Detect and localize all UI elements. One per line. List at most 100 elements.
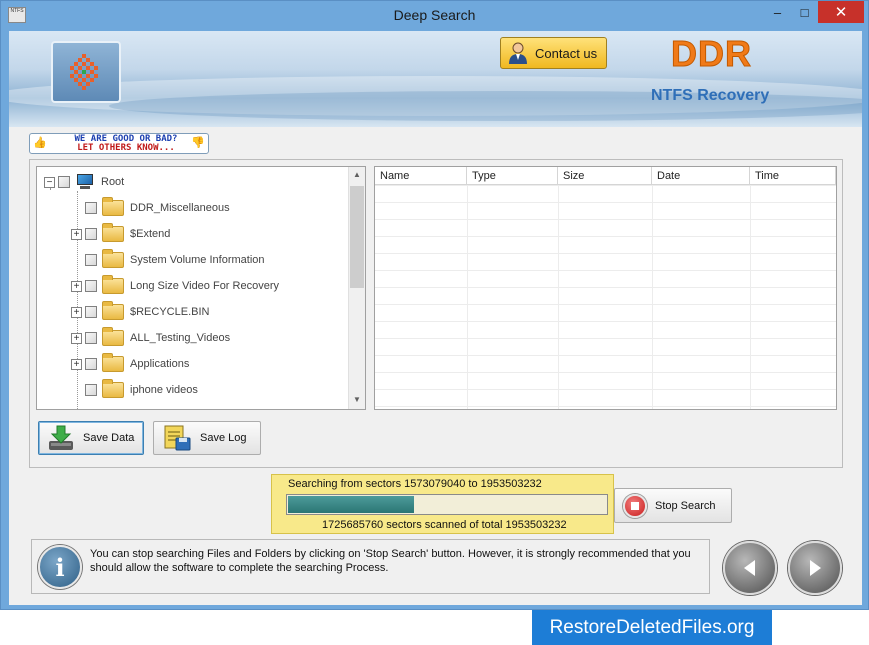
thumbs-up-icon: 👍 — [33, 136, 47, 149]
expand-icon[interactable]: + — [71, 306, 82, 318]
feedback-line2: LET OTHERS KNOW... — [77, 143, 175, 153]
maximize-button[interactable]: □ — [791, 1, 818, 23]
download-drive-icon — [49, 425, 73, 450]
stop-search-label: Stop Search — [655, 499, 716, 512]
tree-checkbox[interactable] — [85, 306, 97, 318]
search-status-text: Searching from sectors 1573079040 to 195… — [288, 478, 542, 490]
tree-checkbox[interactable] — [58, 176, 70, 188]
tree-item[interactable]: + Long Size Video For Recovery — [71, 275, 279, 297]
tree-item[interactable]: DDR_Miscellaneous — [71, 197, 230, 219]
tree-item-label: DDR_Miscellaneous — [130, 202, 230, 214]
thumbs-down-icon: 👎 — [191, 136, 205, 149]
info-icon: i — [38, 545, 82, 589]
column-date[interactable]: Date — [652, 167, 750, 185]
checker-logo-icon — [70, 54, 98, 90]
back-button[interactable] — [723, 541, 777, 595]
tree-root-label: Root — [101, 176, 125, 188]
tree-item-label: Long Size Video For Recovery — [130, 280, 279, 292]
expand-icon[interactable]: + — [71, 358, 82, 370]
folder-icon — [102, 327, 124, 346]
folder-icon — [102, 197, 124, 216]
file-list[interactable]: Name Type Size Date Time — [374, 166, 837, 410]
expand-icon[interactable]: + — [71, 228, 82, 240]
contact-us-label: Contact us — [535, 45, 598, 61]
folder-icon — [102, 379, 124, 398]
column-name[interactable]: Name — [375, 167, 467, 185]
tree-checkbox[interactable] — [85, 384, 97, 396]
folder-tree[interactable]: − Root DDR_Miscellaneous + $Extend System V… — [36, 166, 366, 410]
minimize-button[interactable]: – — [764, 1, 791, 23]
tree-item[interactable]: + Applications — [71, 353, 189, 375]
tree-item[interactable]: + ALL_Testing_Videos — [71, 327, 230, 349]
expand-icon[interactable]: + — [71, 280, 82, 292]
tree-item[interactable]: + $Extend — [71, 223, 170, 245]
folder-icon — [102, 301, 124, 320]
tree-item-label: System Volume Information — [130, 254, 265, 266]
search-progress: Searching from sectors 1573079040 to 195… — [271, 474, 614, 534]
save-log-button[interactable]: Save Log — [153, 421, 261, 455]
feedback-banner[interactable]: 👍 WE ARE GOOD OR BAD? LET OTHERS KNOW...… — [29, 133, 209, 154]
next-button[interactable] — [788, 541, 842, 595]
collapse-icon[interactable]: − — [44, 176, 55, 188]
folder-icon — [102, 249, 124, 268]
tree-root[interactable]: − Root — [44, 171, 124, 193]
tree-item-label: ALL_Testing_Videos — [130, 332, 231, 344]
tree-checkbox[interactable] — [85, 280, 97, 292]
website-banner[interactable]: RestoreDeletedFiles.org — [532, 610, 772, 645]
folder-icon — [102, 223, 124, 242]
stop-search-button[interactable]: Stop Search — [614, 488, 732, 523]
progress-bar — [286, 494, 608, 515]
scroll-thumb[interactable] — [350, 186, 364, 288]
content-area: Contact us DDR NTFS Recovery 👍 WE ARE GO… — [9, 31, 862, 605]
stop-icon — [623, 493, 647, 518]
results-panel: − Root DDR_Miscellaneous + $Extend System V… — [29, 159, 843, 468]
brand-name: DDR — [671, 33, 752, 75]
info-message: You can stop searching Files and Folders… — [90, 548, 691, 574]
scroll-up-icon[interactable]: ▲ — [349, 170, 365, 179]
tree-item[interactable]: + $RECYCLE.BIN — [71, 301, 209, 323]
contact-us-button[interactable]: Contact us — [500, 37, 607, 69]
folder-icon — [102, 275, 124, 294]
close-button[interactable]: ✕ — [818, 1, 864, 23]
tree-checkbox[interactable] — [85, 254, 97, 266]
tree-checkbox[interactable] — [85, 202, 97, 214]
back-arrow-icon — [744, 560, 755, 576]
column-type[interactable]: Type — [467, 167, 558, 185]
product-logo — [51, 41, 121, 103]
log-document-icon — [164, 425, 191, 451]
person-icon — [509, 42, 527, 64]
file-list-rows — [375, 185, 836, 409]
info-bar: i You can stop searching Files and Folde… — [31, 539, 710, 594]
scroll-down-icon[interactable]: ▼ — [349, 395, 365, 404]
save-data-button[interactable]: Save Data — [38, 421, 144, 455]
save-log-label: Save Log — [200, 432, 247, 444]
main-window: NTFS Deep Search – □ ✕ Contact us DDR NT… — [0, 0, 869, 610]
window-title: Deep Search — [393, 7, 476, 23]
tree-item[interactable]: System Volume Information — [71, 249, 265, 271]
folder-icon — [102, 353, 124, 372]
tree-checkbox[interactable] — [85, 228, 97, 240]
product-name: NTFS Recovery — [651, 87, 770, 104]
computer-icon — [75, 174, 95, 190]
tree-item[interactable]: iphone videos — [71, 379, 198, 401]
column-size[interactable]: Size — [558, 167, 652, 185]
tree-item-label: iphone videos — [130, 384, 198, 396]
column-time[interactable]: Time — [750, 167, 836, 185]
tree-checkbox[interactable] — [85, 332, 97, 344]
tree-item-label: Applications — [130, 358, 190, 370]
next-arrow-icon — [810, 560, 821, 576]
header-banner: Contact us DDR NTFS Recovery — [9, 31, 862, 127]
sectors-scanned-text: 1725685760 sectors scanned of total 1953… — [322, 519, 567, 531]
tree-scrollbar[interactable]: ▲ ▼ — [348, 167, 365, 409]
tree-item-label: $RECYCLE.BIN — [130, 306, 210, 318]
progress-bar-fill — [288, 496, 414, 513]
expand-icon[interactable]: + — [71, 332, 82, 344]
file-list-header: Name Type Size Date Time — [375, 167, 836, 185]
tree-checkbox[interactable] — [85, 358, 97, 370]
tree-item-label: $Extend — [130, 228, 171, 240]
title-bar: NTFS Deep Search – □ ✕ — [1, 1, 868, 31]
save-data-label: Save Data — [83, 432, 135, 444]
